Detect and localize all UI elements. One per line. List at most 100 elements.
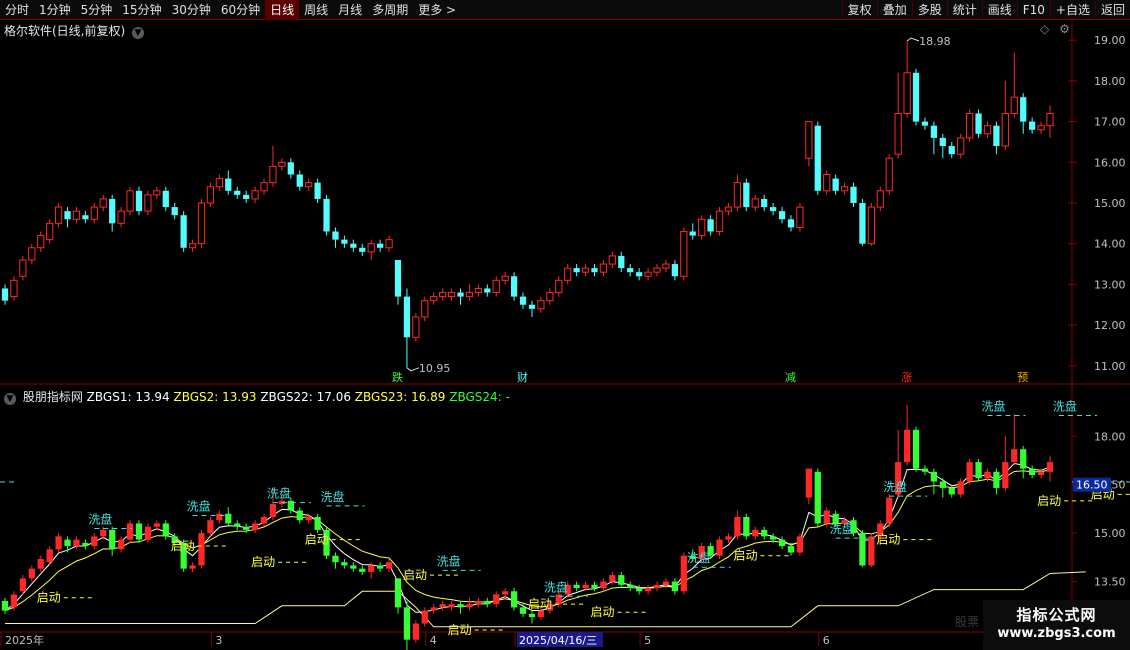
indicator-bar bbox=[269, 504, 277, 517]
price-candle bbox=[930, 125, 938, 138]
indicator-bar bbox=[627, 584, 634, 589]
price-candle bbox=[751, 198, 759, 208]
indicator-bar bbox=[636, 588, 643, 592]
start-label: 启动 bbox=[37, 591, 61, 605]
stock-chart-window: 分时 1分钟 5分钟 15分钟 30分钟 60分钟 日线 周线 月线 多周期 更… bbox=[0, 0, 1130, 650]
indicator-bar bbox=[368, 565, 375, 572]
price-candle bbox=[796, 206, 804, 228]
price-candle bbox=[840, 186, 849, 192]
panel-options-icons: ◇ ⚙ bbox=[1040, 22, 1070, 36]
start-label: 启动 bbox=[403, 568, 427, 582]
low-arrow bbox=[406, 367, 420, 372]
price-candle bbox=[644, 271, 652, 277]
date-label: 2025年 bbox=[5, 633, 44, 647]
price-candle bbox=[769, 207, 777, 212]
wash-label: 洗盘 bbox=[981, 398, 1005, 413]
price-candle bbox=[680, 230, 688, 277]
price-candle bbox=[403, 296, 411, 338]
indicator-bar bbox=[135, 523, 143, 540]
indicator-bar bbox=[457, 604, 464, 608]
start-label: 启动 bbox=[171, 539, 195, 553]
price-candle bbox=[850, 186, 857, 203]
price-candle bbox=[188, 243, 197, 249]
date-label: 6 bbox=[823, 634, 830, 647]
indicator-bar bbox=[341, 562, 348, 566]
price-candle bbox=[126, 190, 134, 212]
indicator-bar bbox=[582, 584, 589, 589]
indicator-bar bbox=[234, 523, 241, 527]
chevron-down-icon[interactable]: ▼ bbox=[4, 393, 16, 405]
indicator-bar bbox=[207, 520, 214, 534]
price-candle bbox=[99, 198, 107, 208]
indicator-bar bbox=[153, 523, 160, 527]
event-marker: 减 bbox=[785, 371, 796, 384]
indicator-bar bbox=[1029, 468, 1036, 476]
indicator-bar bbox=[243, 526, 250, 530]
wash-label: 洗盘 bbox=[437, 553, 461, 568]
chevron-down-icon[interactable]: ▼ bbox=[132, 27, 145, 39]
indicator-bar bbox=[394, 578, 402, 608]
date-label: 3 bbox=[215, 634, 222, 647]
price-candle bbox=[671, 264, 678, 277]
price-candle bbox=[573, 268, 580, 273]
price-candle bbox=[903, 72, 911, 114]
price-candle bbox=[54, 206, 63, 224]
indicator-bar bbox=[439, 604, 446, 608]
price-candle bbox=[599, 263, 608, 273]
price-candle bbox=[162, 190, 169, 208]
high-arrow bbox=[906, 37, 920, 42]
indicator-bar bbox=[510, 591, 518, 608]
indicator-bar bbox=[1, 600, 9, 611]
price-tick-label: 16.00 bbox=[1094, 156, 1126, 169]
indicator-bar bbox=[466, 604, 473, 608]
date-label: 5 bbox=[644, 634, 651, 647]
indicator-bar bbox=[162, 523, 169, 537]
indicator-bar bbox=[519, 607, 527, 614]
price-candle bbox=[724, 206, 733, 212]
price-tick-label: 18.00 bbox=[1094, 75, 1126, 88]
indicator-bar bbox=[948, 487, 955, 495]
price-candle bbox=[251, 190, 259, 200]
indicator-bar bbox=[769, 536, 777, 540]
current-value-text: 16.50 bbox=[1076, 479, 1108, 492]
indicator-values: ZBGS1: 13.94 ZBGS2: 13.93 ZBGS22: 17.06 … bbox=[87, 390, 510, 404]
price-candle bbox=[662, 263, 670, 269]
price-tick-label: 12.00 bbox=[1094, 319, 1126, 332]
indicator-bar bbox=[537, 610, 545, 618]
price-candle bbox=[46, 222, 54, 241]
high-price-label: 18.98 bbox=[919, 35, 951, 48]
price-candle bbox=[341, 239, 348, 244]
price-candle bbox=[814, 125, 821, 191]
price-candle bbox=[180, 215, 187, 248]
indicator-bar bbox=[618, 575, 625, 585]
indicator-bar bbox=[868, 536, 875, 566]
wash-label: 洗盘 bbox=[830, 521, 854, 536]
price-candle bbox=[546, 292, 554, 302]
indicator-bar bbox=[332, 555, 339, 563]
price-candle bbox=[689, 231, 696, 236]
indicator-bar bbox=[46, 549, 53, 563]
price-candle bbox=[82, 215, 89, 220]
price-candle bbox=[37, 235, 45, 249]
indicator-bar bbox=[671, 581, 678, 592]
indicator-bar bbox=[716, 539, 723, 556]
price-candle bbox=[1020, 97, 1027, 122]
price-candle bbox=[939, 137, 946, 147]
price-candle bbox=[975, 113, 982, 134]
indicator-bar bbox=[993, 471, 1000, 488]
price-candle bbox=[28, 247, 36, 261]
price-tick-label: 13.00 bbox=[1094, 278, 1126, 291]
event-marker: 财 bbox=[517, 370, 528, 384]
indicator-bar bbox=[350, 565, 357, 569]
price-candle bbox=[144, 194, 152, 212]
price-candle bbox=[350, 243, 357, 248]
indicator-bar bbox=[528, 613, 536, 618]
price-candle bbox=[234, 190, 241, 195]
event-marker: 涨 bbox=[901, 371, 912, 384]
price-candle bbox=[269, 165, 277, 184]
diamond-icon[interactable]: ◇ bbox=[1040, 22, 1049, 36]
chart-canvas[interactable]: 18.9810.95跌财减涨预 洗盘洗盘洗盘 洗盘洗盘洗盘洗盘洗盘洗盘洗盘 洗盘启动… bbox=[0, 0, 1130, 650]
indicator-bar bbox=[73, 539, 80, 547]
settings-gear-icon[interactable]: ⚙ bbox=[1059, 22, 1070, 36]
wash-label: 洗盘 bbox=[88, 511, 112, 526]
